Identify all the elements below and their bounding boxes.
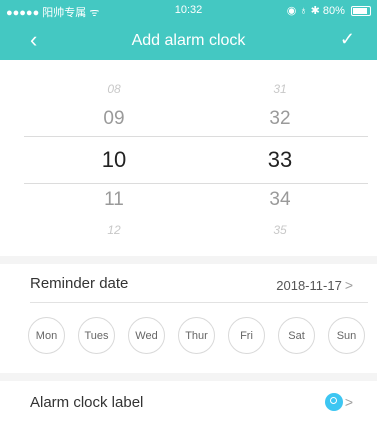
minute-option[interactable]: 31 <box>220 82 340 96</box>
hour-option-selected[interactable]: 10 <box>54 147 174 173</box>
chevron-right-icon: > <box>344 277 353 293</box>
section-gap <box>0 256 377 264</box>
reminder-date-text: 2018-11-17 <box>276 278 342 293</box>
minute-option[interactable]: 32 <box>220 108 340 130</box>
status-bar: ●●●●● 阳帅专属 ᯤ 10:32 ◉ ♁ ✱ 80% <box>0 0 377 20</box>
hour-option[interactable]: 09 <box>54 108 174 130</box>
header-bar: ●●●●● 阳帅专属 ᯤ 10:32 ◉ ♁ ✱ 80% ‹ Add alarm… <box>0 0 377 60</box>
minute-option-selected[interactable]: 33 <box>220 147 340 173</box>
selection-line-bottom <box>24 183 368 184</box>
alarm-clock-icon <box>325 393 343 411</box>
status-icons: ◉ ♁ ✱ 80% <box>287 4 371 17</box>
hour-option[interactable]: 11 <box>54 189 174 211</box>
chevron-right-icon: > <box>344 394 353 410</box>
hour-option[interactable]: 12 <box>54 223 174 237</box>
weekday-thur[interactable]: Thur <box>178 317 215 354</box>
alarm-label-title: Alarm clock label <box>30 394 144 411</box>
battery-icon <box>351 6 371 17</box>
alarm-label-row[interactable]: Alarm clock label > <box>0 381 377 421</box>
reminder-date-label: Reminder date <box>30 275 129 292</box>
nav-bar: ‹ Add alarm clock ✓ <box>0 20 377 60</box>
weekday-tues[interactable]: Tues <box>78 317 115 354</box>
minute-option[interactable]: 34 <box>220 189 340 211</box>
weekday-selector: Mon Tues Wed Thur Fri Sat Sun <box>0 303 377 373</box>
page-title: Add alarm clock <box>131 32 246 49</box>
alarm-label-chevron: > <box>342 394 353 410</box>
time-picker[interactable]: 08 09 10 11 12 31 32 33 34 35 <box>0 60 377 256</box>
weekday-sat[interactable]: Sat <box>278 317 315 354</box>
weekday-sun[interactable]: Sun <box>328 317 365 354</box>
weekday-wed[interactable]: Wed <box>128 317 165 354</box>
status-icons-text: ◉ ♁ ✱ 80% <box>286 5 345 17</box>
reminder-date-value: 2018-11-17 > <box>276 277 353 293</box>
confirm-button[interactable]: ✓ <box>340 29 355 50</box>
weekday-fri[interactable]: Fri <box>228 317 265 354</box>
reminder-date-row[interactable]: Reminder date 2018-11-17 > <box>0 264 377 302</box>
selection-line-top <box>24 136 368 137</box>
hour-option[interactable]: 08 <box>54 82 174 96</box>
section-gap <box>0 373 377 381</box>
minute-option[interactable]: 35 <box>220 223 340 237</box>
weekday-mon[interactable]: Mon <box>28 317 65 354</box>
